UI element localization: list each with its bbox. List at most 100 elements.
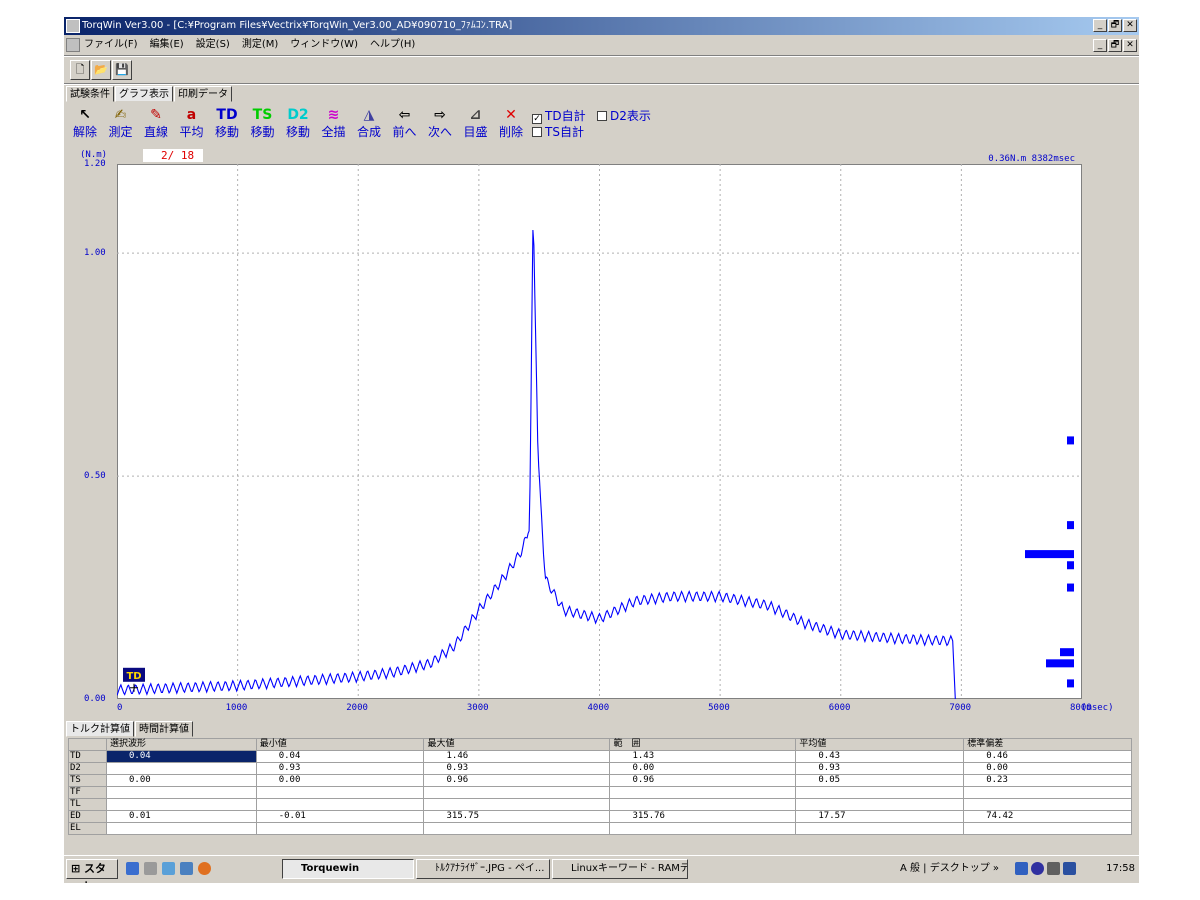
tool-draw-all-button[interactable]: ≋ 全描 <box>317 105 351 145</box>
signal-tray-icon[interactable] <box>1047 862 1060 875</box>
table-cell[interactable] <box>609 822 797 835</box>
tab-torque-values[interactable]: トルク計算値 <box>66 721 134 737</box>
table-cell[interactable]: 0.93 <box>795 762 965 775</box>
td-auto-checkbox[interactable]: ✓ TD自計 <box>532 109 586 124</box>
table-cell[interactable]: 0.05 <box>795 774 965 787</box>
tool-release-button[interactable]: ↖ 解除 <box>68 105 102 145</box>
doc-minimize-button[interactable]: _ <box>1093 39 1107 52</box>
ts-auto-checkbox[interactable]: TS自計 <box>532 125 584 139</box>
table-cell[interactable]: 0.01 <box>106 810 257 823</box>
tool-scale-button[interactable]: ⊿ 目盛 <box>459 105 493 145</box>
table-cell[interactable] <box>963 822 1132 835</box>
new-file-button[interactable]: 🗋 <box>70 60 90 80</box>
ie-icon[interactable] <box>126 862 139 875</box>
table-cell[interactable]: 0.00 <box>609 762 797 775</box>
table-row[interactable]: TL <box>68 798 1132 811</box>
tool-d2-move-button[interactable]: D2 移動 <box>281 105 315 145</box>
app-icon[interactable] <box>66 19 80 33</box>
tool-td-move-button[interactable]: TD 移動 <box>210 105 244 145</box>
table-cell[interactable] <box>795 822 965 835</box>
torque-chart[interactable]: TD <box>117 164 1082 699</box>
menu-settings[interactable]: 設定(S) <box>196 36 230 54</box>
doc-restore-button[interactable]: 🗗 <box>1108 39 1122 52</box>
document-icon[interactable] <box>66 38 80 52</box>
table-cell[interactable]: 74.42 <box>963 810 1132 823</box>
d2-display-checkbox[interactable]: D2表示 <box>597 109 651 123</box>
table-row[interactable]: EL <box>68 822 1132 835</box>
table-cell[interactable]: 315.75 <box>423 810 611 823</box>
table-cell[interactable]: 0.04 <box>255 750 425 763</box>
table-cell[interactable] <box>106 786 257 799</box>
tool-next-button[interactable]: ⇨ 次へ <box>423 105 457 145</box>
table-cell[interactable] <box>795 786 965 799</box>
menu-measure[interactable]: 測定(M) <box>242 36 278 54</box>
table-cell[interactable]: 0.23 <box>963 774 1132 787</box>
tool-line-button[interactable]: ✎ 直線 <box>139 105 173 145</box>
table-cell[interactable] <box>609 786 797 799</box>
table-cell[interactable]: 0.93 <box>255 762 425 775</box>
table-cell[interactable] <box>255 822 425 835</box>
table-row[interactable]: D2 0.93 0.93 0.00 0.93 0.00 <box>68 762 1132 775</box>
ts-auto-check[interactable] <box>532 127 542 137</box>
start-button[interactable]: ⊞ スタート <box>66 859 118 883</box>
menu-window[interactable]: ウィンドウ(W) <box>290 36 358 54</box>
table-cell[interactable]: 17.57 <box>795 810 965 823</box>
table-cell[interactable] <box>423 786 611 799</box>
table-cell[interactable]: 0.96 <box>423 774 611 787</box>
title-bar[interactable]: TorqWin Ver3.00 - [C:¥Program Files¥Vect… <box>64 17 1139 35</box>
table-cell[interactable] <box>963 786 1132 799</box>
tool-delete-button[interactable]: ✕ 削除 <box>494 105 528 145</box>
torqwin-quick-icon[interactable] <box>144 862 157 875</box>
network-tray-icon[interactable] <box>1015 862 1028 875</box>
tab-graph-display[interactable]: グラフ表示 <box>115 86 173 102</box>
table-cell[interactable] <box>106 822 257 835</box>
table-cell[interactable]: 1.46 <box>423 750 611 763</box>
open-file-button[interactable]: 📂 <box>91 60 111 80</box>
table-row[interactable]: TD 0.04 0.04 1.46 1.43 0.43 0.46 <box>68 750 1132 763</box>
table-row[interactable]: ED 0.01 -0.01 315.75 315.76 17.57 74.42 <box>68 810 1132 823</box>
display-tray-icon[interactable] <box>1063 862 1076 875</box>
menu-file[interactable]: ファイル(F) <box>84 36 138 54</box>
d2-display-check[interactable] <box>597 111 607 121</box>
tool-prev-button[interactable]: ⇦ 前へ <box>388 105 422 145</box>
doc-close-button[interactable]: ✕ <box>1123 39 1137 52</box>
table-cell[interactable]: 315.76 <box>609 810 797 823</box>
tab-print-data[interactable]: 印刷データ <box>174 86 232 102</box>
table-cell[interactable] <box>255 798 425 811</box>
table-cell[interactable] <box>423 798 611 811</box>
table-cell[interactable] <box>795 798 965 811</box>
media-quick-icon[interactable] <box>180 862 193 875</box>
task-paint[interactable]: ﾄﾙｸｱﾅﾗｲｻﾞｰ.JPG - ペイ... <box>416 859 550 879</box>
minimize-button[interactable]: _ <box>1093 19 1107 32</box>
close-button[interactable]: ✕ <box>1123 19 1137 32</box>
td-auto-check[interactable]: ✓ <box>532 114 542 124</box>
table-cell[interactable]: -0.01 <box>255 810 425 823</box>
table-row[interactable]: TF <box>68 786 1132 799</box>
table-cell[interactable] <box>255 786 425 799</box>
task-browser[interactable]: Linuxキーワード - RAMデ... <box>552 859 688 879</box>
table-cell[interactable]: 0.00 <box>963 762 1132 775</box>
task-torquewin[interactable]: Torquewin <box>282 859 414 879</box>
table-cell[interactable]: 0.43 <box>795 750 965 763</box>
table-cell[interactable] <box>423 822 611 835</box>
table-cell[interactable] <box>963 798 1132 811</box>
menu-help[interactable]: ヘルプ(H) <box>370 36 415 54</box>
table-cell[interactable]: 0.00 <box>255 774 425 787</box>
tab-time-values[interactable]: 時間計算値 <box>135 721 193 737</box>
table-cell[interactable] <box>106 798 257 811</box>
tool-average-button[interactable]: a 平均 <box>175 105 209 145</box>
menu-edit[interactable]: 編集(E) <box>150 36 184 54</box>
table-cell[interactable]: 0.04 <box>106 750 257 763</box>
table-cell[interactable] <box>609 798 797 811</box>
table-cell[interactable]: 0.00 <box>106 774 257 787</box>
table-cell[interactable]: 0.46 <box>963 750 1132 763</box>
table-row[interactable]: TS 0.00 0.00 0.96 0.96 0.05 0.23 <box>68 774 1132 787</box>
tool-compose-button[interactable]: ◮ 合成 <box>352 105 386 145</box>
tab-test-conditions[interactable]: 試験条件 <box>66 86 114 102</box>
tool-measure-button[interactable]: ✍ 測定 <box>104 105 138 145</box>
folder-quick-icon[interactable] <box>162 862 175 875</box>
tool-ts-move-button[interactable]: TS 移動 <box>246 105 280 145</box>
table-cell[interactable]: 1.43 <box>609 750 797 763</box>
table-cell[interactable] <box>106 762 257 775</box>
firefox-icon[interactable] <box>198 862 211 875</box>
